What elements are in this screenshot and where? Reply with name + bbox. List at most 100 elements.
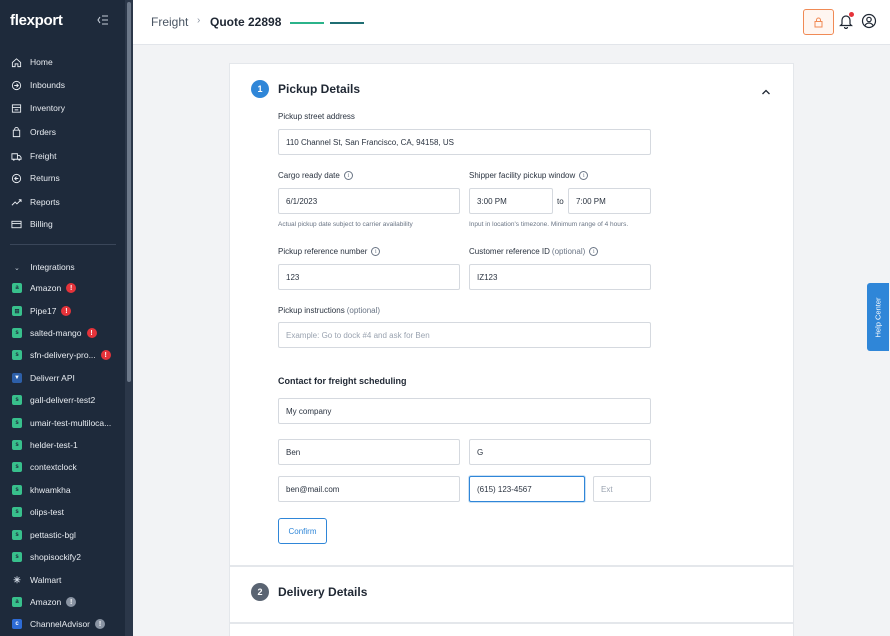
nav-orders[interactable]: Orders (10, 126, 56, 138)
nav-home[interactable]: Home (10, 56, 53, 68)
billing-icon (10, 218, 22, 230)
pickup-reference-label: Pickup reference number i (278, 247, 381, 256)
nav-label: Home (30, 57, 53, 67)
channeladvisor-icon: c (12, 619, 22, 629)
integration-item[interactable]: a Amazon ! (12, 283, 77, 293)
shopify-icon: s (12, 418, 22, 428)
integrations-toggle[interactable]: ⌄ Integrations (14, 262, 75, 272)
integration-label: Deliverr API (30, 373, 75, 383)
collapse-sidebar-icon[interactable] (97, 14, 109, 28)
integration-item[interactable]: s gall-deliverr-test2 (12, 395, 95, 405)
nav-billing[interactable]: Billing (10, 218, 53, 230)
delivery-details-card[interactable]: 2 Delivery Details (229, 566, 794, 623)
section-title: Pickup Details (278, 82, 361, 96)
info-icon[interactable]: i (589, 247, 599, 256)
integration-item[interactable]: s salted-mango ! (12, 328, 97, 338)
integration-label: salted-mango (30, 328, 82, 338)
nav-reports[interactable]: Reports (10, 196, 60, 208)
pickup-instructions-label: Pickup instructions (optional) (278, 306, 381, 315)
integration-item[interactable]: s umair-test-multiloca... (12, 418, 111, 428)
amazon-icon: a (12, 283, 22, 293)
collapse-section-icon[interactable] (761, 84, 771, 95)
warning-badge: ! (66, 597, 77, 607)
nav-label: Returns (30, 173, 60, 183)
nav-freight[interactable]: Freight (10, 150, 56, 162)
inbound-icon (10, 79, 22, 91)
lock-button[interactable] (803, 9, 834, 35)
integration-item[interactable]: s helder-test-1 (12, 440, 78, 450)
integration-item[interactable]: s olips-test (12, 507, 64, 517)
integration-label: pettastic-bgl (30, 530, 76, 540)
nav-inbounds[interactable]: Inbounds (10, 79, 65, 91)
cargo-date-hint: Actual pickup date subject to carrier av… (278, 221, 413, 228)
info-icon[interactable]: i (343, 171, 353, 180)
info-icon[interactable]: i (371, 247, 381, 256)
pickup-window-end-input[interactable]: 7:00 PM (568, 188, 651, 214)
nav-inventory[interactable]: Inventory (10, 102, 65, 114)
shopify-icon: s (12, 440, 22, 450)
inventory-icon (10, 102, 22, 114)
flexport-logo[interactable]: flexport (10, 12, 63, 29)
progress-step-complete (290, 22, 324, 24)
integration-label: shopisockify2 (30, 552, 82, 562)
reports-icon (10, 196, 22, 208)
last-name-input[interactable]: G (469, 439, 651, 465)
home-icon (10, 56, 22, 68)
integration-label: contextclock (30, 462, 77, 472)
notifications-bell-icon[interactable] (839, 12, 854, 30)
integration-item[interactable]: a Amazon ! (12, 597, 77, 607)
integration-item[interactable]: s contextclock (12, 462, 77, 472)
shopify-icon: s (12, 552, 22, 562)
pickup-details-card: 1 Pickup Details Pickup street address 1… (229, 63, 794, 566)
integration-item[interactable]: ✳ Walmart (12, 574, 61, 586)
customer-reference-input[interactable]: IZ123 (469, 264, 651, 290)
walmart-icon: ✳ (13, 574, 21, 585)
integration-label: Amazon (30, 597, 62, 607)
help-center-tab[interactable]: Help Center (867, 283, 889, 351)
integration-item[interactable]: s sfn-delivery-pro... ! (12, 350, 111, 360)
integration-item[interactable]: c ChannelAdvisor ! (12, 619, 106, 629)
pickup-window-hint: Input in location's timezone. Minimum ra… (469, 221, 629, 228)
section-title: Delivery Details (278, 585, 368, 599)
integration-item[interactable]: ⊞ Pipe17 ! (12, 306, 72, 316)
company-input[interactable]: My company (278, 398, 651, 424)
integration-item[interactable]: ▼ Deliverr API (12, 373, 75, 383)
email-field[interactable]: ben@mail.com (278, 476, 460, 502)
sidebar-divider (10, 244, 116, 245)
step-number: 1 (251, 80, 269, 98)
sidebar: flexport Home Inbounds Inventory Orders … (0, 0, 125, 636)
cargo-ready-date-input[interactable]: 6/1/2023 (278, 188, 460, 214)
pickup-window-start-input[interactable]: 3:00 PM (469, 188, 553, 214)
street-address-label: Pickup street address (278, 112, 355, 121)
info-icon[interactable]: i (579, 171, 589, 180)
confirm-button[interactable]: Confirm (278, 518, 327, 544)
contact-heading: Contact for freight scheduling (278, 376, 407, 386)
breadcrumb-freight[interactable]: Freight (151, 15, 188, 29)
integration-item[interactable]: s pettastic-bgl (12, 530, 76, 540)
breadcrumb-separator: › (197, 15, 201, 26)
next-section-card (229, 623, 794, 636)
user-account-icon[interactable] (861, 13, 877, 29)
nav-label: Inbounds (30, 80, 65, 90)
sidebar-scrollbar-thumb[interactable] (127, 2, 131, 382)
phone-field[interactable]: (615) 123-4567 (469, 476, 585, 502)
customer-reference-label: Customer reference ID (optional) i (469, 247, 599, 256)
shopify-icon: s (12, 395, 22, 405)
integration-label: khwamkha (30, 485, 71, 495)
nav-returns[interactable]: Returns (10, 172, 60, 184)
progress-step-current (330, 22, 364, 24)
integration-item[interactable]: s khwamkha (12, 485, 71, 495)
integration-item[interactable]: s shopisockify2 (12, 552, 81, 562)
phone-extension-field[interactable]: Ext (593, 476, 651, 502)
shopify-icon: s (12, 485, 22, 495)
warning-badge: ! (95, 619, 106, 629)
pickup-instructions-input[interactable]: Example: Go to dock #4 and ask for Ben (278, 322, 651, 348)
street-address-input[interactable]: 110 Channel St, San Francisco, CA, 94158… (278, 129, 651, 155)
orders-icon (10, 126, 22, 138)
shopify-icon: s (12, 350, 22, 360)
integration-label: ChannelAdvisor (30, 619, 91, 629)
first-name-input[interactable]: Ben (278, 439, 460, 465)
pipe17-icon: ⊞ (12, 306, 22, 316)
pickup-reference-input[interactable]: 123 (278, 264, 460, 290)
returns-icon (10, 172, 22, 184)
